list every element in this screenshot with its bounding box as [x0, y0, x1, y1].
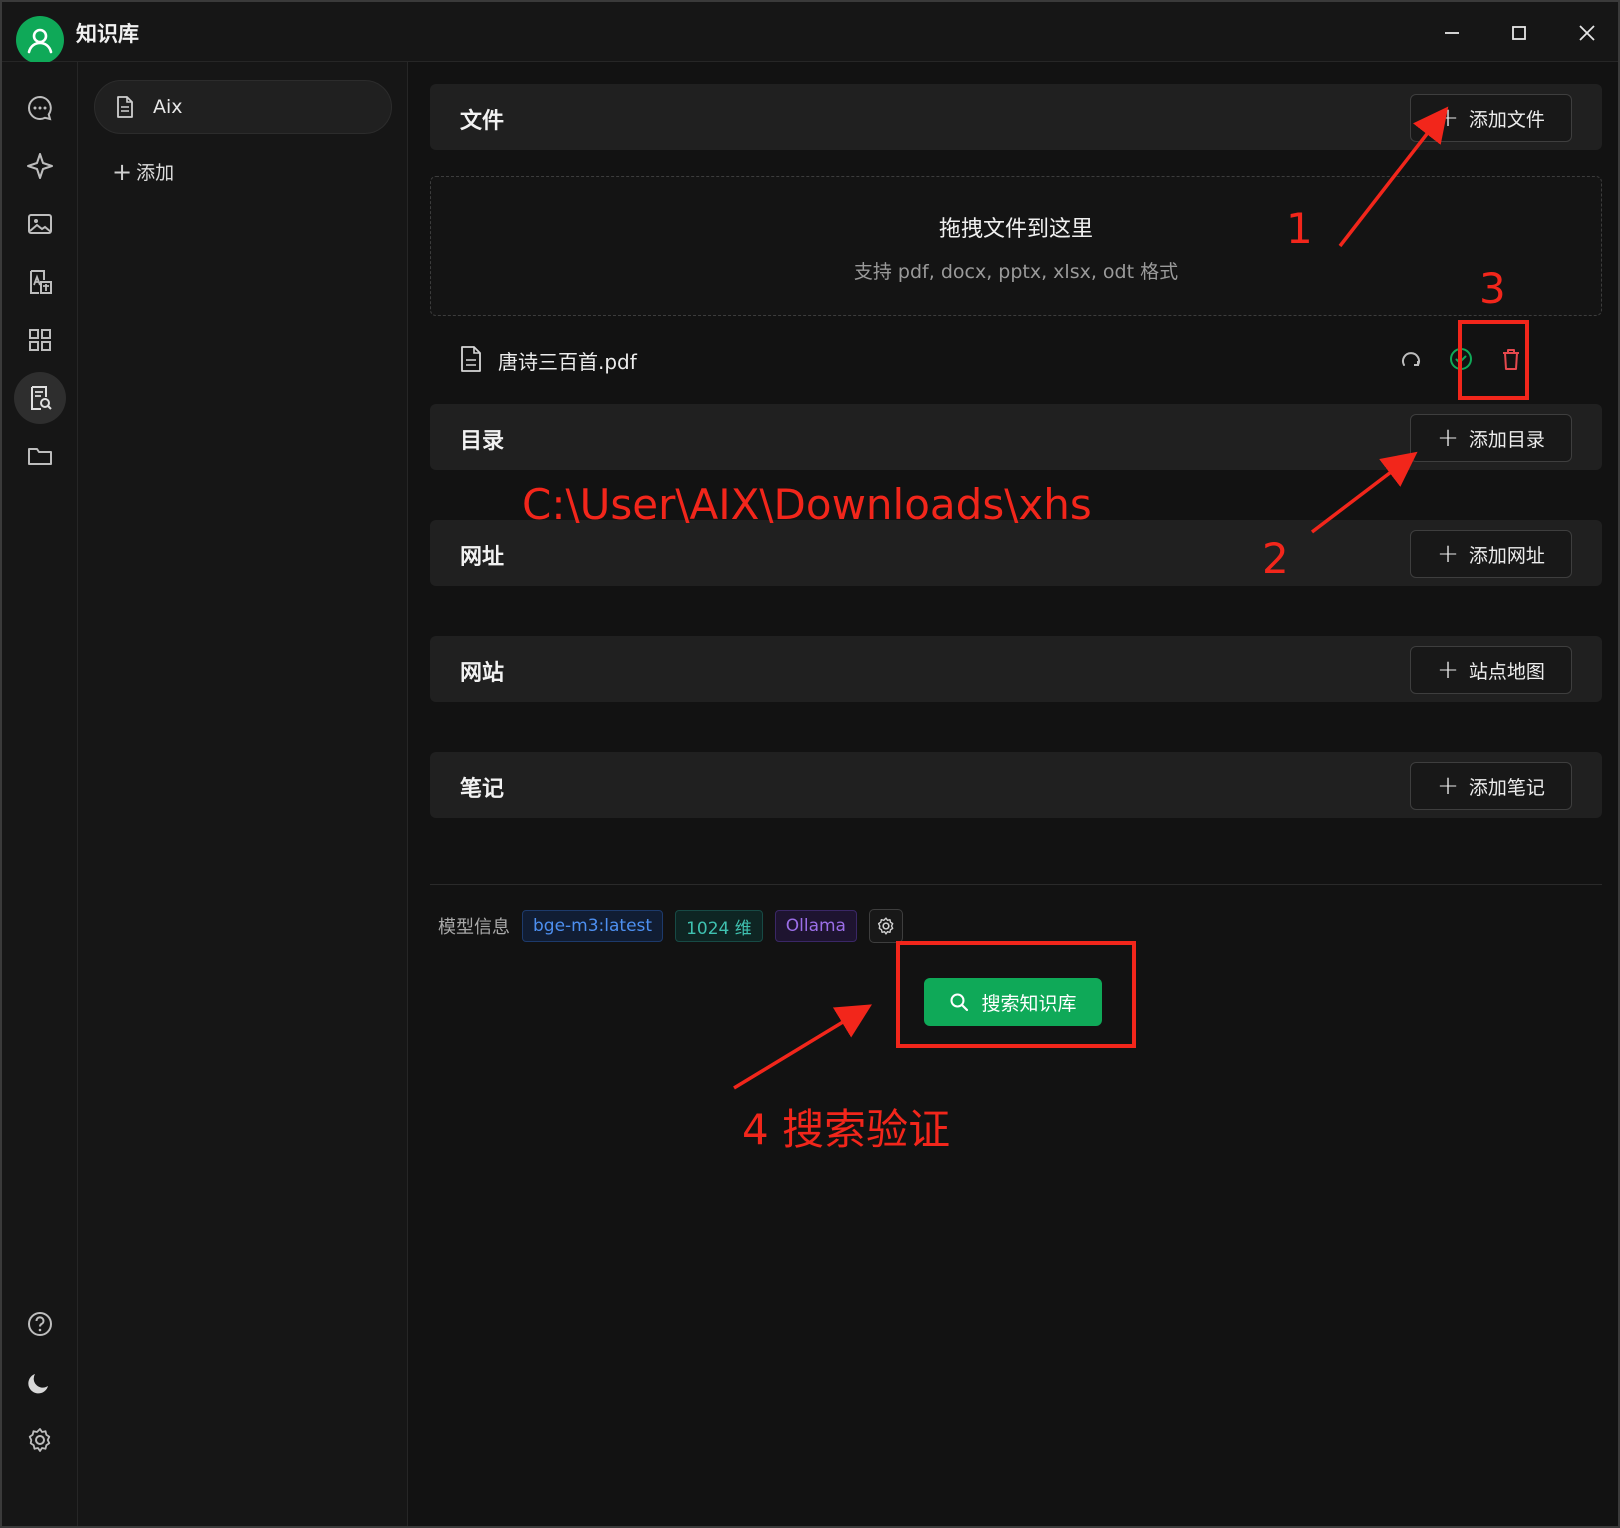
- knowledge-base-list: Aix + 添加: [78, 62, 408, 1526]
- add-directory-label: 添加目录: [1468, 428, 1545, 451]
- plus-icon: +: [1437, 423, 1459, 453]
- plus-icon: +: [1437, 771, 1459, 801]
- moon-icon[interactable]: [14, 1356, 66, 1408]
- divider: [430, 884, 1602, 885]
- urls-section: 网址 + 添加网址: [430, 520, 1602, 586]
- add-file-label: 添加文件: [1468, 108, 1545, 131]
- chat-icon[interactable]: [14, 82, 66, 134]
- dropzone-hint: 支持 pdf, docx, pptx, xlsx, odt 格式: [853, 261, 1179, 283]
- sitemap-button[interactable]: + 站点地图: [1410, 646, 1572, 694]
- add-file-button[interactable]: + 添加文件: [1410, 94, 1572, 142]
- processed-check-icon[interactable]: [1446, 344, 1476, 374]
- add-url-button[interactable]: + 添加网址: [1410, 530, 1572, 578]
- user-avatar-icon[interactable]: [16, 16, 64, 64]
- close-icon[interactable]: [1567, 14, 1607, 52]
- kb-item-aix[interactable]: Aix: [94, 80, 392, 134]
- plus-icon: +: [1437, 655, 1459, 685]
- add-kb-button[interactable]: + 添加: [112, 158, 174, 185]
- websites-section: 网站 + 站点地图: [430, 636, 1602, 702]
- knowledge-base-icon[interactable]: [14, 372, 66, 424]
- maximize-icon[interactable]: [1499, 14, 1539, 52]
- apps-grid-icon[interactable]: [14, 314, 66, 366]
- websites-title: 网站: [460, 661, 505, 686]
- model-info: 模型信息 bge-m3:latest 1024 维 Ollama: [438, 908, 903, 944]
- add-kb-label: 添加: [136, 162, 175, 184]
- document-icon: [117, 96, 133, 118]
- model-settings-gear-icon[interactable]: [868, 909, 903, 943]
- files-section: 文件 + 添加文件: [430, 84, 1602, 150]
- app-window: 知识库 Aix + 添加 文件 + 添加文件 拖拽文件到这里 支持 pdf, d…: [0, 0, 1620, 1528]
- add-note-button[interactable]: + 添加笔记: [1410, 762, 1572, 810]
- file-document-icon: [461, 346, 481, 372]
- model-info-label: 模型信息: [438, 917, 510, 938]
- plus-icon: +: [1437, 103, 1459, 133]
- nav-rail: [2, 62, 78, 1526]
- main-panel: 文件 + 添加文件 拖拽文件到这里 支持 pdf, docx, pptx, xl…: [408, 62, 1618, 1526]
- title-bar: 知识库: [2, 2, 1618, 64]
- model-tag: bge-m3:latest: [522, 910, 664, 942]
- add-note-label: 添加笔记: [1468, 776, 1545, 799]
- settings-icon[interactable]: [14, 1414, 66, 1466]
- directories-title: 目录: [460, 429, 505, 454]
- add-url-label: 添加网址: [1468, 544, 1545, 567]
- help-icon[interactable]: [14, 1298, 66, 1350]
- image-icon[interactable]: [14, 198, 66, 250]
- folder-icon[interactable]: [14, 430, 66, 482]
- sparkle-icon[interactable]: [14, 140, 66, 192]
- delete-icon[interactable]: [1496, 344, 1526, 374]
- search-icon: [950, 993, 969, 1012]
- dropzone-title: 拖拽文件到这里: [938, 217, 1093, 242]
- kb-item-label: Aix: [153, 96, 183, 118]
- provider-tag: Ollama: [774, 910, 857, 942]
- urls-title: 网址: [460, 545, 505, 570]
- add-directory-button[interactable]: + 添加目录: [1410, 414, 1572, 462]
- notes-title: 笔记: [460, 777, 505, 802]
- file-list-item: 唐诗三百首.pdf: [430, 324, 1602, 394]
- dimension-tag: 1024 维: [675, 910, 763, 942]
- minimize-icon[interactable]: [1432, 14, 1472, 52]
- search-knowledge-base-button[interactable]: 搜索知识库: [924, 978, 1102, 1026]
- files-title: 文件: [460, 109, 505, 134]
- reprocess-icon[interactable]: [1396, 344, 1426, 374]
- file-name: 唐诗三百首.pdf: [498, 350, 637, 374]
- translate-icon[interactable]: [14, 256, 66, 308]
- plus-icon: +: [112, 157, 133, 186]
- file-dropzone[interactable]: 拖拽文件到这里 支持 pdf, docx, pptx, xlsx, odt 格式: [430, 176, 1602, 316]
- search-button-label: 搜索知识库: [981, 992, 1077, 1015]
- plus-icon: +: [1437, 539, 1459, 569]
- notes-section: 笔记 + 添加笔记: [430, 752, 1602, 818]
- directories-section: 目录 + 添加目录: [430, 404, 1602, 470]
- app-title: 知识库: [76, 22, 139, 46]
- sitemap-label: 站点地图: [1468, 660, 1545, 683]
